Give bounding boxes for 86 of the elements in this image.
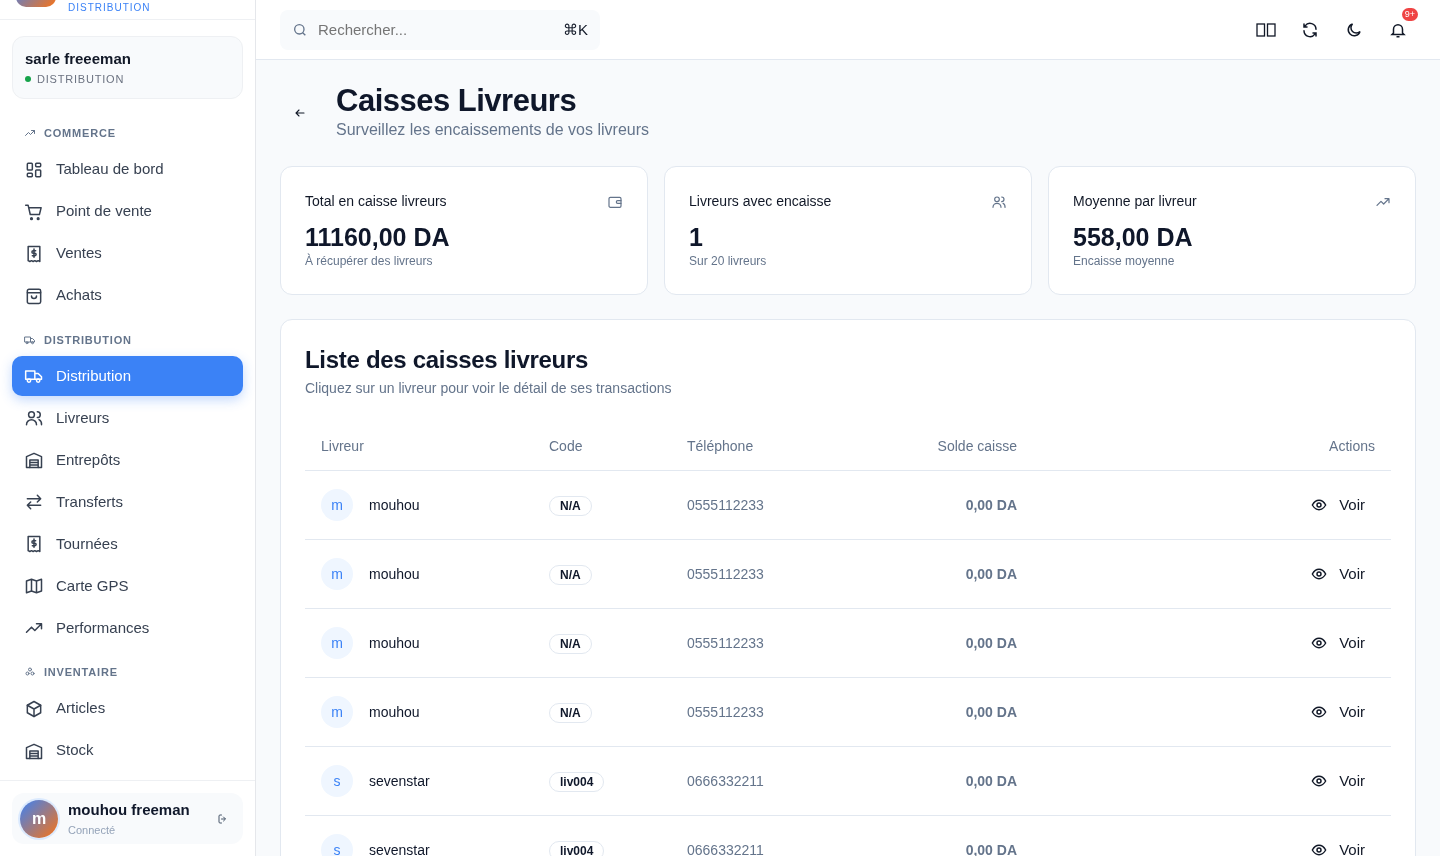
driver-name: mouhou [369,495,420,515]
stat-note: Sur 20 livreurs [689,253,768,271]
nav-item[interactable]: Achats [12,275,243,316]
brand-subtitle: DISTRIBUTION [68,2,151,14]
phone-number: 0666332211 [687,841,764,856]
avatar: m [321,627,353,660]
users-icon [991,193,1007,210]
search-icon [292,21,308,38]
phone-number: 0555112233 [687,496,764,513]
view-button[interactable]: Voir [1311,834,1365,856]
company-status: DISTRIBUTION [37,71,125,87]
page-title: Caisses Livreurs [336,84,578,119]
stat-label: Total en caisse livreurs [305,192,447,212]
column-header: Livreur [321,437,365,457]
section-heading: DISTRIBUTION [44,332,132,348]
stat-label: Moyenne par livreur [1073,192,1197,212]
nav-item[interactable]: Articles [12,688,243,729]
eye-icon [1311,842,1328,856]
nav-item[interactable]: Transferts [12,482,243,522]
shortcut-hint: ⌘K [563,19,588,40]
avatar: s [321,765,353,798]
section-heading: INVENTAIRE [44,665,118,680]
boxes-icon [24,666,36,679]
truck-icon [24,333,36,346]
balance-amount: 0,00 DA [965,634,1017,651]
driver-name: sevenstar [369,840,430,856]
warehouse-icon [24,450,44,470]
nav-item[interactable]: Entrepôts [12,440,243,480]
balance-amount: 0,00 DA [965,703,1017,720]
nav-item[interactable]: Ventes [12,233,243,274]
view-button[interactable]: Voir [1311,696,1365,728]
nav-item[interactable]: Livreurs [12,398,243,438]
avatar: m [321,489,353,522]
phone-number: 0555112233 [687,565,764,582]
user-name: mouhou freeman [68,800,191,820]
column-header: Actions [1328,437,1375,457]
nav-item[interactable]: Tournées [12,524,243,564]
stat-note: Encaisse moyenne [1073,253,1176,271]
balance-amount: 0,00 DA [965,565,1017,582]
receipt-icon [24,243,44,264]
column-header: Solde caisse [936,437,1017,457]
table-title: Liste des caisses livreurs [305,345,590,376]
nav-item[interactable]: Point de vente [12,191,243,232]
user-status: Connecté [68,822,117,838]
view-button[interactable]: Voir [1311,765,1365,797]
stat-value: 11160,00 DA [305,222,451,253]
balance-amount: 0,00 DA [965,772,1017,789]
company-name: sarle freeeman [25,49,132,69]
driver-name: sevenstar [369,771,430,791]
balance-amount: 0,00 DA [965,841,1017,856]
nav-item[interactable]: Distribution [12,356,243,396]
view-button[interactable]: Voir [1311,558,1365,590]
phone-number: 0555112233 [687,634,764,651]
nav-item[interactable]: Carte GPS [12,566,243,606]
refresh-icon [1301,20,1319,39]
notification-badge: 9+ [1401,7,1418,21]
table-subtitle: Cliquez sur un livreur pour voir le détail de ses transactions [305,379,673,399]
nav-item[interactable]: Performances [12,608,243,648]
driver-name: mouhou [369,702,420,722]
page-subtitle: Surveillez les encaissements de vos livreurs [336,120,649,141]
package-icon [24,698,44,719]
stat-note: À récupérer des livreurs [305,252,434,271]
map-icon [24,576,44,596]
avatar: m [321,558,353,591]
nav-item[interactable]: Stock [12,730,243,771]
column-header: Téléphone [687,437,755,457]
avatar: m [321,696,353,729]
receipt-icon [24,534,44,554]
section-heading: COMMERCE [44,126,116,141]
driver-name: mouhou [369,564,420,584]
stat-value: 1 [689,222,704,253]
view-button[interactable]: Voir [1311,489,1365,521]
stat-label: Livreurs avec encaisse [689,192,832,212]
column-header: Code [549,437,584,457]
stat-value: 558,00 DA [1073,222,1194,253]
phone-number: 0666332211 [687,772,764,789]
users-icon [24,408,44,428]
phone-number: 0555112233 [687,703,764,720]
view-button[interactable]: Voir [1311,627,1365,659]
two-panels-icon [1256,21,1276,38]
avatar: s [321,834,353,856]
user-avatar: m [20,799,58,838]
balance-amount: 0,00 DA [965,496,1017,513]
driver-name: mouhou [369,633,420,653]
transfer-arrows-icon [24,492,44,512]
nav-item[interactable]: Tableau de bord [12,149,243,190]
